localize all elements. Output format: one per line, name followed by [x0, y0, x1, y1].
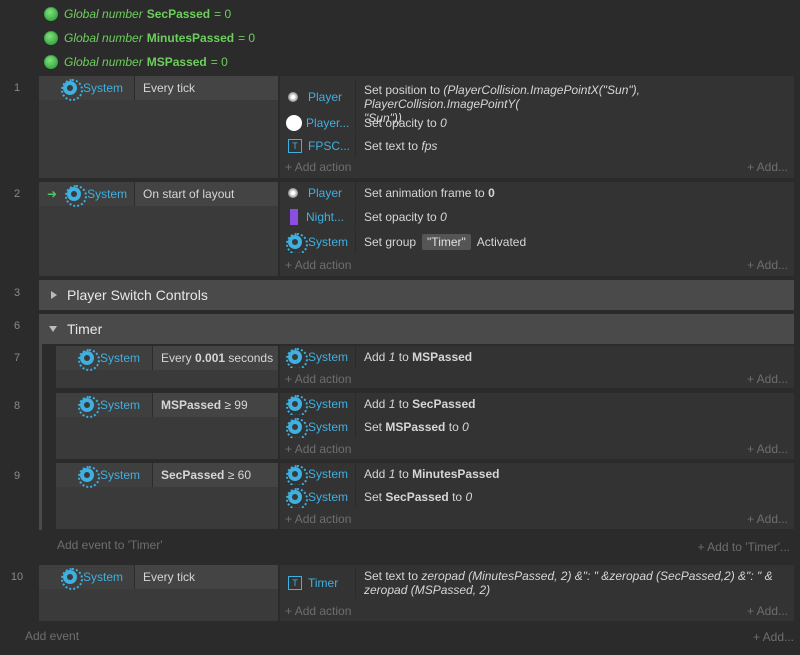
add-action-link[interactable]: + Add action: [280, 258, 351, 272]
action-row[interactable]: Player... Set opacity to 0: [280, 112, 794, 134]
action-row[interactable]: System Add 1 to MSPassed: [280, 346, 794, 368]
event-9-actions[interactable]: System Add 1 to MinutesPassed System Set…: [280, 463, 794, 529]
event-8-conditions[interactable]: System MSPassed ≥ 99: [56, 393, 278, 459]
system-gear-icon: [78, 466, 100, 488]
system-gear-icon: [286, 488, 308, 508]
system-gear-icon: [286, 418, 308, 438]
add-more-link[interactable]: + Add...: [747, 258, 788, 272]
condition-row[interactable]: System Every tick: [39, 76, 278, 101]
event-number: 9: [13, 470, 21, 482]
group-timer[interactable]: Timer: [39, 314, 794, 344]
event-number: 2: [13, 188, 21, 200]
add-action-link[interactable]: + Add action: [280, 160, 351, 174]
event-8-actions[interactable]: System Add 1 to SecPassed System Set MSP…: [280, 393, 794, 459]
expand-triangle-icon[interactable]: [51, 291, 57, 299]
event-10-conditions[interactable]: System Every tick: [39, 565, 278, 621]
add-action-link[interactable]: + Add action: [280, 442, 351, 456]
condition-row[interactable]: System Every tick: [39, 565, 278, 590]
event-number: 8: [13, 400, 21, 412]
condition-row[interactable]: System SecPassed ≥ 60: [56, 463, 278, 488]
system-gear-icon: [286, 233, 308, 253]
add-more-link[interactable]: + Add...: [747, 442, 788, 456]
globe-icon: [44, 7, 58, 21]
add-action-link[interactable]: + Add action: [280, 512, 351, 526]
add-event-to-timer-link[interactable]: Add event to 'Timer': [57, 538, 163, 552]
system-gear-icon: [78, 349, 100, 371]
action-row[interactable]: System Set MSPassed to 0: [280, 416, 794, 438]
night-sprite-icon: [290, 209, 298, 225]
system-gear-icon: [61, 79, 83, 101]
system-gear-icon: [78, 396, 100, 418]
event-number: 10: [10, 571, 24, 583]
system-gear-icon: [286, 395, 308, 415]
add-to-timer-link[interactable]: + Add to 'Timer'...: [697, 540, 790, 554]
add-more-link[interactable]: + Add...: [747, 512, 788, 526]
event-number: 7: [13, 352, 21, 364]
circle-sprite-icon: [286, 115, 302, 131]
event-1-actions[interactable]: Player Set position to (PlayerCollision.…: [280, 76, 794, 178]
add-action-link[interactable]: + Add action: [280, 372, 351, 386]
player-sprite-icon: [288, 188, 298, 198]
text-object-icon: T: [288, 139, 302, 153]
event-10-actions[interactable]: T Timer Set text to zeropad (MinutesPasse…: [280, 565, 794, 621]
system-gear-icon: [65, 185, 88, 207]
action-row[interactable]: System Set SecPassed to 0: [280, 486, 794, 508]
action-row[interactable]: Player Set position to (PlayerCollision.…: [280, 80, 794, 125]
condition-row[interactable]: ➜ System On start of layout: [39, 182, 278, 207]
system-gear-icon: [286, 465, 308, 485]
action-row[interactable]: T FPSC... Set text to fps: [280, 135, 794, 157]
event-number: 3: [13, 287, 21, 299]
global-var-minutespassed[interactable]: Global number MinutesPassed = 0: [0, 26, 255, 50]
system-gear-icon: [61, 568, 83, 590]
global-var-secpassed[interactable]: Global number SecPassed = 0: [0, 2, 231, 26]
globe-icon: [44, 31, 58, 45]
add-more-link[interactable]: + Add...: [747, 372, 788, 386]
event-number: 1: [13, 82, 21, 94]
event-7-conditions[interactable]: System Every 0.001 seconds: [56, 346, 278, 388]
event-2-actions[interactable]: Player Set animation frame to 0 Night...…: [280, 182, 794, 276]
text-object-icon: T: [288, 576, 302, 590]
event-2-conditions[interactable]: ➜ System On start of layout: [39, 182, 278, 276]
globe-icon: [44, 55, 58, 69]
action-row[interactable]: System Set group "Timer" Activated: [280, 231, 794, 253]
trigger-arrow-icon: ➜: [47, 187, 58, 201]
event-9-conditions[interactable]: System SecPassed ≥ 60: [56, 463, 278, 529]
collapse-triangle-icon[interactable]: [49, 326, 57, 332]
action-row[interactable]: System Add 1 to SecPassed: [280, 393, 794, 415]
event-1-conditions[interactable]: System Every tick: [39, 76, 278, 178]
action-row[interactable]: T Timer Set text to zeropad (MinutesPasse…: [280, 567, 794, 599]
event-7-actions[interactable]: System Add 1 to MSPassed + Add action + …: [280, 346, 794, 388]
add-more-link[interactable]: + Add...: [747, 160, 788, 174]
action-row[interactable]: Night... Set opacity to 0: [280, 206, 794, 228]
group-indent-bar: [39, 344, 42, 530]
condition-row[interactable]: System MSPassed ≥ 99: [56, 393, 278, 418]
add-more-link[interactable]: + Add...: [753, 630, 794, 644]
action-row[interactable]: System Add 1 to MinutesPassed: [280, 463, 794, 485]
add-more-link[interactable]: + Add...: [747, 604, 788, 618]
add-event-link[interactable]: Add event: [25, 629, 79, 643]
condition-row[interactable]: System Every 0.001 seconds: [56, 346, 278, 371]
group-player-switch-controls[interactable]: Player Switch Controls: [39, 280, 794, 310]
player-sprite-icon: [288, 92, 298, 102]
event-number: 6: [13, 320, 21, 332]
global-var-mspassed[interactable]: Global number MSPassed = 0: [0, 50, 228, 74]
add-action-link[interactable]: + Add action: [280, 604, 351, 618]
action-row[interactable]: Player Set animation frame to 0: [280, 182, 794, 204]
system-gear-icon: [286, 348, 308, 368]
